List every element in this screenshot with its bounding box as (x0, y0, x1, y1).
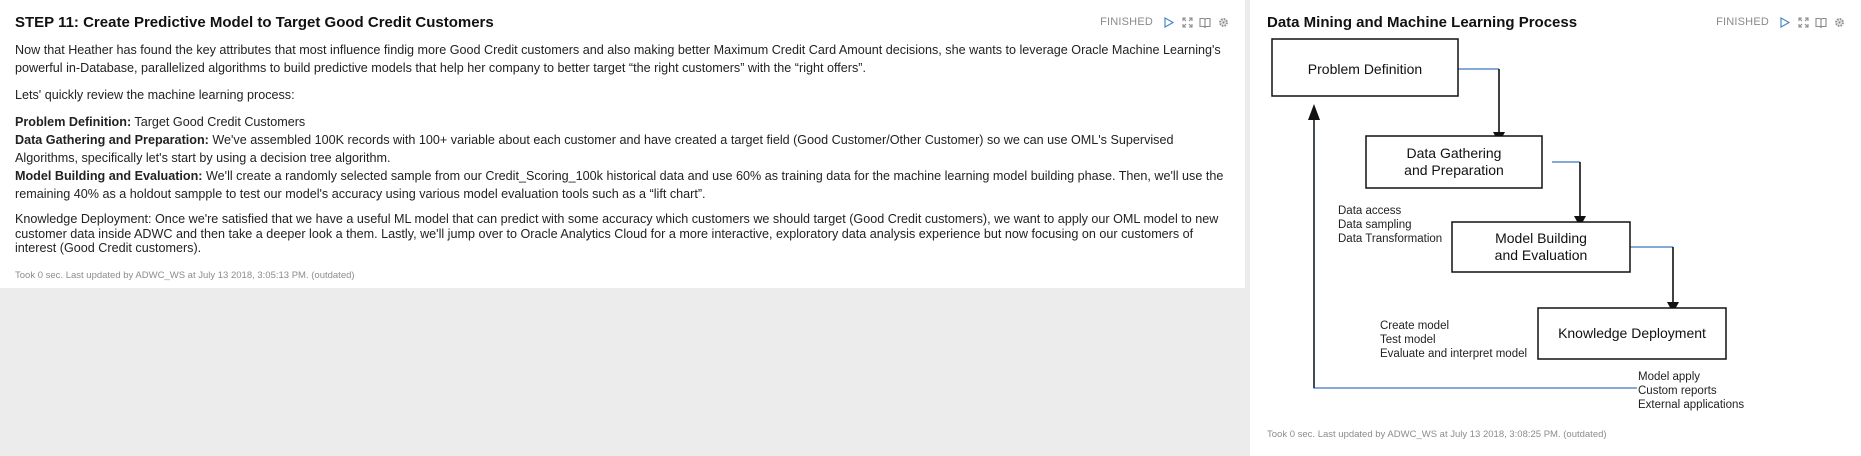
paragraph-title: STEP 11: Create Predictive Model to Targ… (15, 14, 494, 31)
note-create-model: Create model (1380, 320, 1449, 332)
data-gathering-box-label-1: Data Gathering (1407, 145, 1502, 161)
expand-icon[interactable] (1797, 16, 1809, 28)
gear-icon[interactable] (1833, 16, 1845, 28)
knowledge-deployment-text: Knowledge Deployment: Once we're satisfi… (15, 212, 1219, 255)
note-custom-reports: Custom reports (1638, 385, 1717, 397)
note-external-applications: External applications (1638, 399, 1744, 411)
problem-definition-box-label: Problem Definition (1308, 61, 1422, 77)
intro-text: Now that Heather has found the key attri… (15, 43, 1221, 75)
data-gathering-label: Data Gathering and Preparation: (15, 133, 209, 147)
gear-icon[interactable] (1217, 16, 1229, 28)
model-building-box-label-1: Model Building (1495, 230, 1587, 246)
book-icon[interactable] (1199, 16, 1211, 28)
note-data-sampling: Data sampling (1338, 219, 1412, 231)
note-test-model: Test model (1380, 334, 1436, 346)
paragraph-body: Now that Heather has found the key attri… (15, 41, 1230, 256)
data-gathering-box-label-2: and Preparation (1404, 162, 1504, 178)
review-text: Lets' quickly review the machine learnin… (15, 88, 295, 102)
play-icon[interactable] (1163, 16, 1175, 28)
knowledge-deployment-box-label: Knowledge Deployment (1558, 325, 1706, 341)
note-evaluate-model: Evaluate and interpret model (1380, 348, 1527, 360)
note-data-access: Data access (1338, 205, 1402, 217)
model-building-label: Model Building and Evaluation: (15, 169, 203, 183)
paragraph-controls: FINISHED (1100, 16, 1229, 28)
paragraph-footer: Took 0 sec. Last updated by ADWC_WS at J… (1267, 429, 1607, 440)
note-data-transformation: Data Transformation (1338, 233, 1442, 245)
problem-definition-text: Problem Definition: Target Good Credit C… (15, 113, 1230, 131)
book-icon[interactable] (1815, 16, 1827, 28)
model-building-text: Model Building and Evaluation: We'll cre… (15, 167, 1230, 203)
note-model-apply: Model apply (1638, 371, 1700, 383)
status-label: FINISHED (1716, 16, 1769, 28)
paragraph-controls: FINISHED (1716, 16, 1845, 28)
problem-definition-value: Target Good Credit Customers (131, 115, 306, 129)
ml-process-diagram: Problem Definition Data Gathering and Pr… (1271, 38, 1744, 411)
feedback-arrowhead (1308, 104, 1320, 120)
model-building-box-label-2: and Evaluation (1495, 247, 1588, 263)
problem-definition-label: Problem Definition: (15, 115, 132, 129)
status-label: FINISHED (1100, 16, 1153, 28)
play-icon[interactable] (1779, 16, 1791, 28)
data-gathering-text: Data Gathering and Preparation: We've as… (15, 131, 1230, 167)
paragraph-footer: Took 0 sec. Last updated by ADWC_WS at J… (15, 269, 355, 281)
expand-icon[interactable] (1181, 16, 1193, 28)
paragraph-step-11: FINISHED STEP 11: Create Predictive Mode… (0, 0, 1245, 288)
